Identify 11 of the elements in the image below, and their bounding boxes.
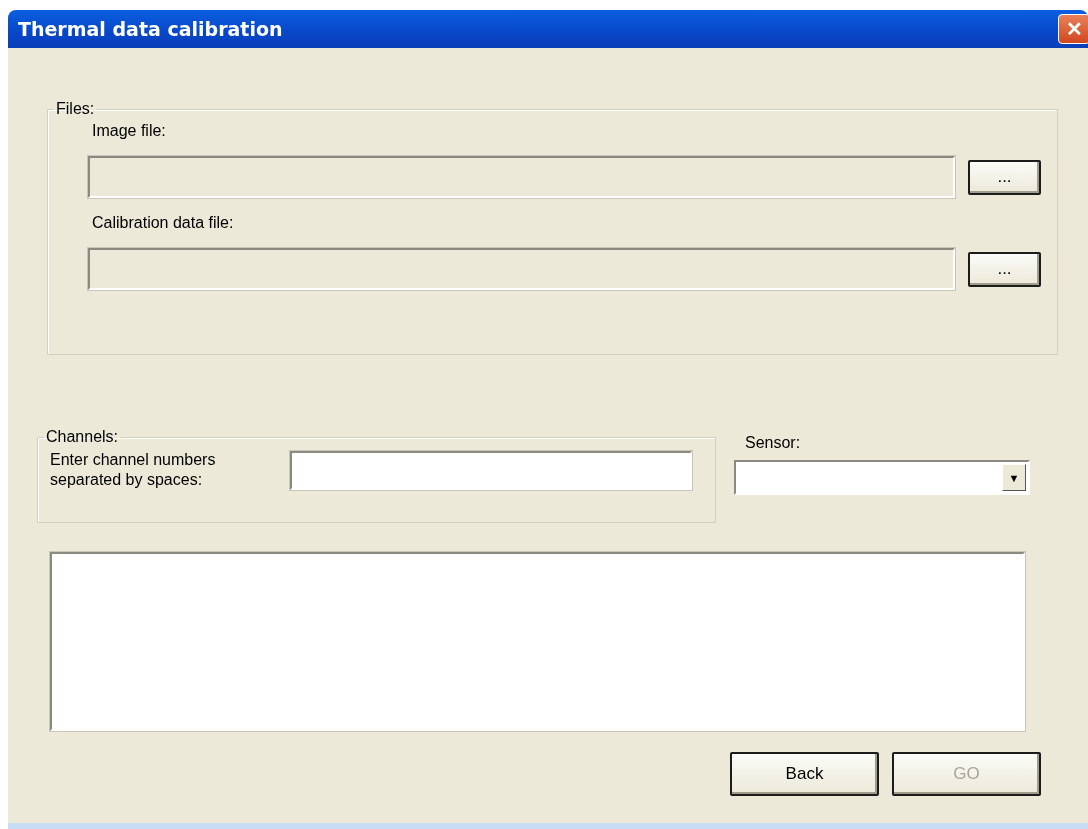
field-label: Calibration data file: <box>92 214 235 233</box>
sensor-dropdown[interactable]: ▼ <box>734 460 1030 495</box>
close-button[interactable]: ✕ <box>1058 14 1088 44</box>
field-label: Enter channel numbers separated by spaces: <box>50 450 217 490</box>
group-legend: Channels: <box>44 428 121 446</box>
dialog-button[interactable]: Back <box>730 752 879 796</box>
window-title: Thermal data calibration <box>18 18 283 40</box>
field-label: Sensor: <box>745 434 802 453</box>
group-legend: Files: <box>54 100 97 118</box>
field-label: Image file: <box>92 122 167 141</box>
channel-numbers-field[interactable] <box>290 450 692 490</box>
